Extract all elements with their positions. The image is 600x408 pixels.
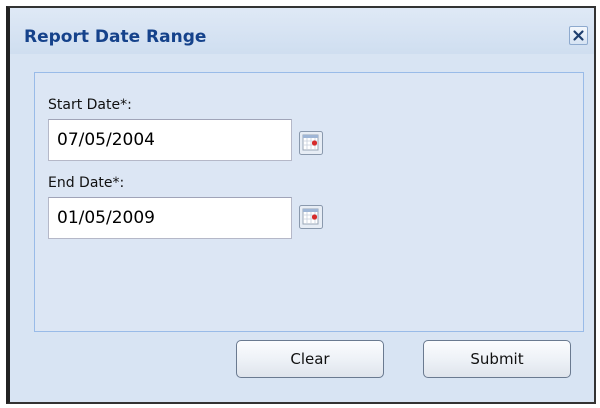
close-icon[interactable] (569, 26, 588, 45)
dialog-title: Report Date Range (24, 27, 207, 47)
start-date-label: Start Date*: (48, 97, 132, 113)
start-date-calendar-icon[interactable] (298, 130, 324, 156)
clear-button[interactable]: Clear (236, 340, 384, 378)
end-date-calendar-icon[interactable] (298, 204, 324, 230)
end-date-input[interactable] (48, 197, 292, 239)
submit-button[interactable]: Submit (423, 340, 571, 378)
end-date-label: End Date*: (48, 175, 125, 191)
report-date-range-dialog: Report Date Range Start Date*: End Date*… (6, 6, 596, 404)
start-date-input[interactable] (48, 119, 292, 161)
dialog-titlebar: Report Date Range (10, 8, 594, 54)
